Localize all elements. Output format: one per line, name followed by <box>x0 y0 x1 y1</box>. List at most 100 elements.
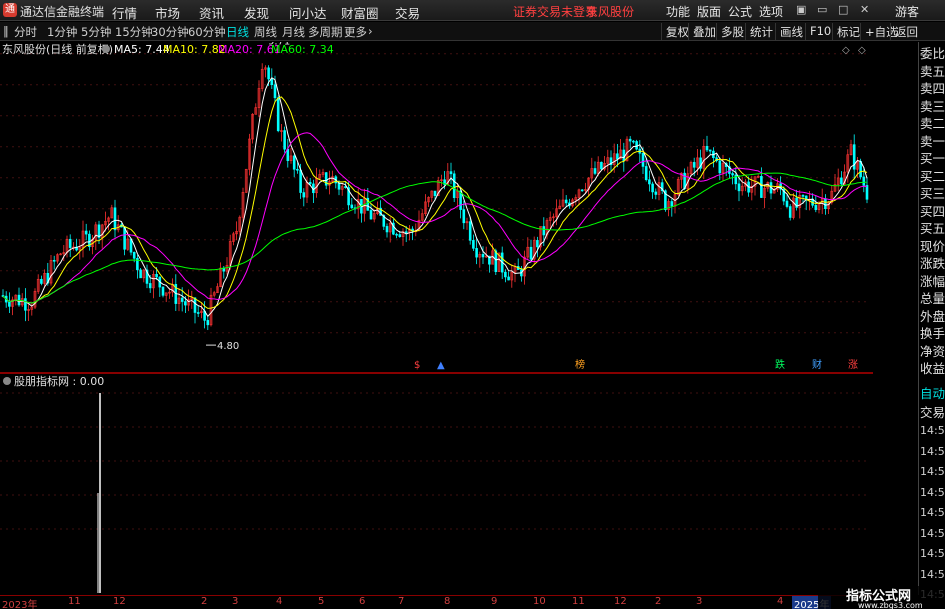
menu-formula[interactable]: 公式 <box>728 3 752 20</box>
panel-change[interactable]: 涨跌 <box>920 255 945 273</box>
multi-stock-button[interactable]: 多股 <box>716 23 748 40</box>
watermark: 指标公式网 www.zbgs3.com <box>818 586 945 609</box>
panel-bid-3[interactable]: 买三 <box>920 185 945 203</box>
price-grid <box>0 42 873 373</box>
period-icon: ‖ <box>3 24 9 38</box>
diamond-icon[interactable]: ◇ <box>842 45 850 56</box>
menu-bar: 通 通达信金融终端 行情 市场 资讯 发现 问小达 财富圈 交易 证券交易未登录… <box>0 0 945 21</box>
window-stock-name: 东风股份 <box>586 5 635 19</box>
event-marker[interactable]: 涨 <box>848 359 858 371</box>
panel-ask-2[interactable]: 卖二 <box>920 115 945 133</box>
window-restore-icon[interactable]: ▭ <box>817 3 827 16</box>
menu-trade[interactable]: 交易 <box>395 3 420 22</box>
time-axis: 2023年 11 12 2 3 4 5 6 7 8 9 10 11 12 2 3 4 2025年 <box>0 595 873 609</box>
panel-bid-4[interactable]: 买四 <box>920 203 945 221</box>
auto-toggle[interactable]: 自动 <box>920 385 945 403</box>
period-tab-weekly[interactable]: 周线 <box>254 24 277 40</box>
panel-ask-5[interactable]: 卖五 <box>920 63 945 81</box>
indicator-signal-spike <box>97 393 101 593</box>
trade-time: 14:56 <box>920 485 945 499</box>
guest-user[interactable]: 游客 <box>895 3 919 20</box>
time-tick: 3 <box>232 596 239 607</box>
panel-ask-3[interactable]: 卖三 <box>920 98 945 116</box>
panel-ask-4[interactable]: 卖四 <box>920 80 945 98</box>
panel-change-pct[interactable]: 涨幅 <box>920 273 945 291</box>
panel-bid-5[interactable]: 买五 <box>920 220 945 238</box>
period-tab-30min[interactable]: 30分钟 <box>151 24 189 40</box>
period-tab-intraday[interactable]: 分时 <box>14 24 37 40</box>
event-marker[interactable]: 跌 <box>775 358 785 371</box>
back-button[interactable]: 返回 <box>890 23 922 40</box>
app-title: 通达信金融终端 <box>20 5 105 19</box>
time-tick: 5 <box>318 596 325 607</box>
more-chevron-icon[interactable]: › <box>368 24 373 38</box>
panel-outer-volume[interactable]: 外盘 <box>920 308 945 326</box>
event-marker[interactable]: 财 <box>812 358 822 371</box>
time-tick: 7 <box>398 596 405 607</box>
menu-wealth[interactable]: 财富圈 <box>341 3 379 22</box>
panel-last-price[interactable]: 现价 <box>920 238 945 256</box>
statistics-button[interactable]: 统计 <box>745 23 777 40</box>
period-tab-more[interactable]: 更多 <box>344 24 367 40</box>
candle <box>276 95 280 133</box>
trade-time: 14:56 <box>920 424 945 437</box>
panel-bid-1[interactable]: 买一 <box>920 150 945 168</box>
menu-quotes[interactable]: 行情 <box>112 3 137 22</box>
period-tab-5min[interactable]: 5分钟 <box>81 24 111 40</box>
time-tick: 12 <box>614 596 627 607</box>
period-tab-multi[interactable]: 多周期 <box>308 24 343 40</box>
menu-news[interactable]: 资讯 <box>199 3 224 22</box>
menu-function[interactable]: 功能 <box>666 3 690 20</box>
time-tick: 11 <box>68 596 81 607</box>
event-marker[interactable]: 榜 <box>575 358 585 371</box>
panel-ask-1[interactable]: 卖一 <box>920 133 945 151</box>
panel-turnover[interactable]: 换手 <box>920 325 945 343</box>
trade-time: 14:56 <box>920 506 945 519</box>
window-menu-icon[interactable]: ▣ <box>796 3 806 16</box>
ma5-label: MA5: 7.44 <box>114 43 170 56</box>
menu-market[interactable]: 市场 <box>155 3 180 22</box>
panel-volume[interactable]: 总量 <box>920 290 945 308</box>
candle <box>283 126 286 153</box>
window-close-icon[interactable]: ✕ <box>860 3 869 16</box>
trade-login-warning[interactable]: 证券交易未登录 <box>513 3 597 20</box>
indicator-axis: 1.000.800.600.400.20 <box>0 392 868 530</box>
indicator-settings-icon[interactable] <box>3 377 11 385</box>
time-tick: 11 <box>572 596 585 607</box>
menu-discover[interactable]: 发现 <box>244 3 269 22</box>
period-tab-60min[interactable]: 60分钟 <box>188 24 226 40</box>
panel-eps[interactable]: 收益 <box>920 360 945 378</box>
period-tab-monthly[interactable]: 月线 <box>282 24 305 40</box>
panel-net-asset[interactable]: 净资 <box>920 343 945 361</box>
menu-ask[interactable]: 问小达 <box>289 3 327 22</box>
trade-time: 14:56 <box>920 444 945 458</box>
panel-commission-ratio[interactable]: 委比 <box>920 45 945 63</box>
draw-line-button[interactable]: 画线 <box>775 23 807 40</box>
f10-button[interactable]: F10 <box>805 23 835 40</box>
ma60-label: MA60: 7.34 <box>271 43 334 56</box>
menu-options[interactable]: 选项 <box>759 3 783 20</box>
expand-icon[interactable]: ◇ <box>858 45 866 56</box>
period-tab-daily[interactable]: 日线 <box>226 24 249 40</box>
period-tab-1min[interactable]: 1分钟 <box>47 24 77 40</box>
indicator-chart[interactable]: 1.000.800.600.400.20 股朋指标网 : 0.00 <box>0 373 873 595</box>
trade-list-header: 交易 <box>920 405 945 420</box>
period-tab-15min[interactable]: 15分钟 <box>115 24 153 40</box>
menu-layout[interactable]: 版面 <box>697 3 721 20</box>
kline-chart[interactable]: 9.509.008.508.007.507.006.506.005.505.00… <box>0 42 873 373</box>
candle <box>635 139 638 151</box>
time-tick: 4 <box>276 596 283 607</box>
time-tick: 4 <box>777 596 784 607</box>
candle <box>689 160 693 176</box>
chart-settings-icon[interactable] <box>102 45 110 53</box>
event-marker[interactable]: ▲ <box>437 360 445 371</box>
event-marker[interactable]: $ <box>414 360 420 371</box>
panel-bid-2[interactable]: 买二 <box>920 168 945 186</box>
candle <box>452 170 456 203</box>
ma10-label: MA10: 7.82 <box>163 43 226 56</box>
candle <box>539 226 542 251</box>
trade-time: 14:56 <box>920 547 945 560</box>
window-maximize-icon[interactable]: □ <box>838 3 848 16</box>
candle <box>33 288 37 310</box>
trade-time: 14:56 <box>920 465 945 478</box>
